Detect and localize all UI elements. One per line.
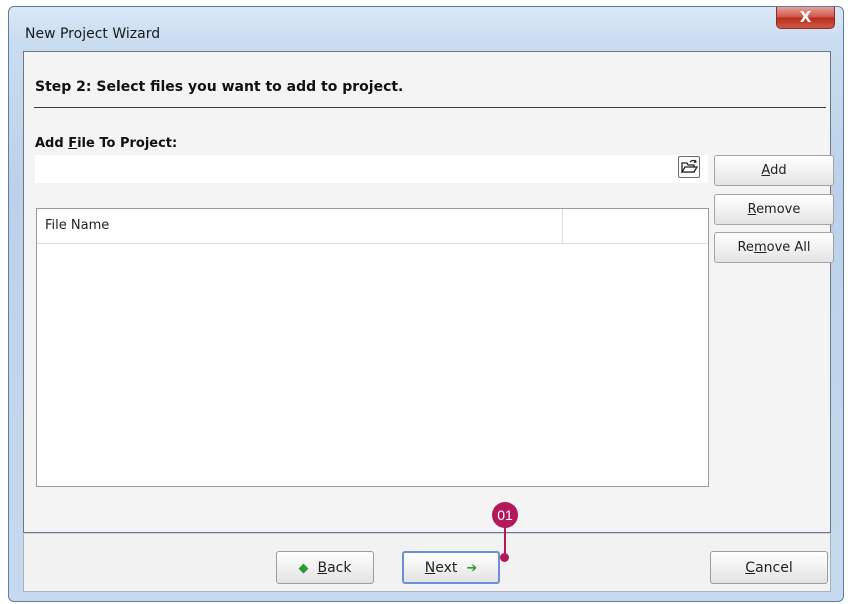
back-button[interactable]: ◆ Back <box>276 551 374 584</box>
list-header: File Name <box>37 209 708 244</box>
file-path-input[interactable] <box>35 155 708 183</box>
callout-badge: 01 <box>492 502 518 528</box>
callout-dot <box>500 553 509 562</box>
green-left-arrow-icon: ◆ <box>298 560 309 576</box>
column-header-extra[interactable] <box>563 209 708 243</box>
green-right-arrow-icon: ➔ <box>466 560 478 576</box>
title-bar[interactable]: New Project Wizard X <box>9 7 843 51</box>
add-file-label: Add File To Project: <box>35 136 178 151</box>
remove-all-button[interactable]: Remove All <box>714 232 834 263</box>
callout-leader-line <box>504 527 506 556</box>
cancel-button[interactable]: Cancel <box>710 551 828 584</box>
close-icon: X <box>799 8 812 26</box>
close-button[interactable]: X <box>776 7 835 29</box>
remove-button[interactable]: Remove <box>714 194 834 225</box>
open-folder-icon[interactable] <box>678 156 700 178</box>
file-list[interactable]: File Name <box>36 208 709 487</box>
next-button[interactable]: Next ➔ <box>402 551 500 584</box>
window-title: New Project Wizard <box>25 26 161 42</box>
step-title: Step 2: Select files you want to add to … <box>35 79 404 95</box>
divider <box>34 107 826 108</box>
add-button[interactable]: Add <box>714 155 834 186</box>
wizard-content-panel: Step 2: Select files you want to add to … <box>23 51 834 533</box>
wizard-window: New Project Wizard X Step 2: Select file… <box>8 6 844 602</box>
column-header-file-name[interactable]: File Name <box>37 209 563 243</box>
wizard-footer: ◆ Back Next ➔ Cancel <box>23 534 831 592</box>
